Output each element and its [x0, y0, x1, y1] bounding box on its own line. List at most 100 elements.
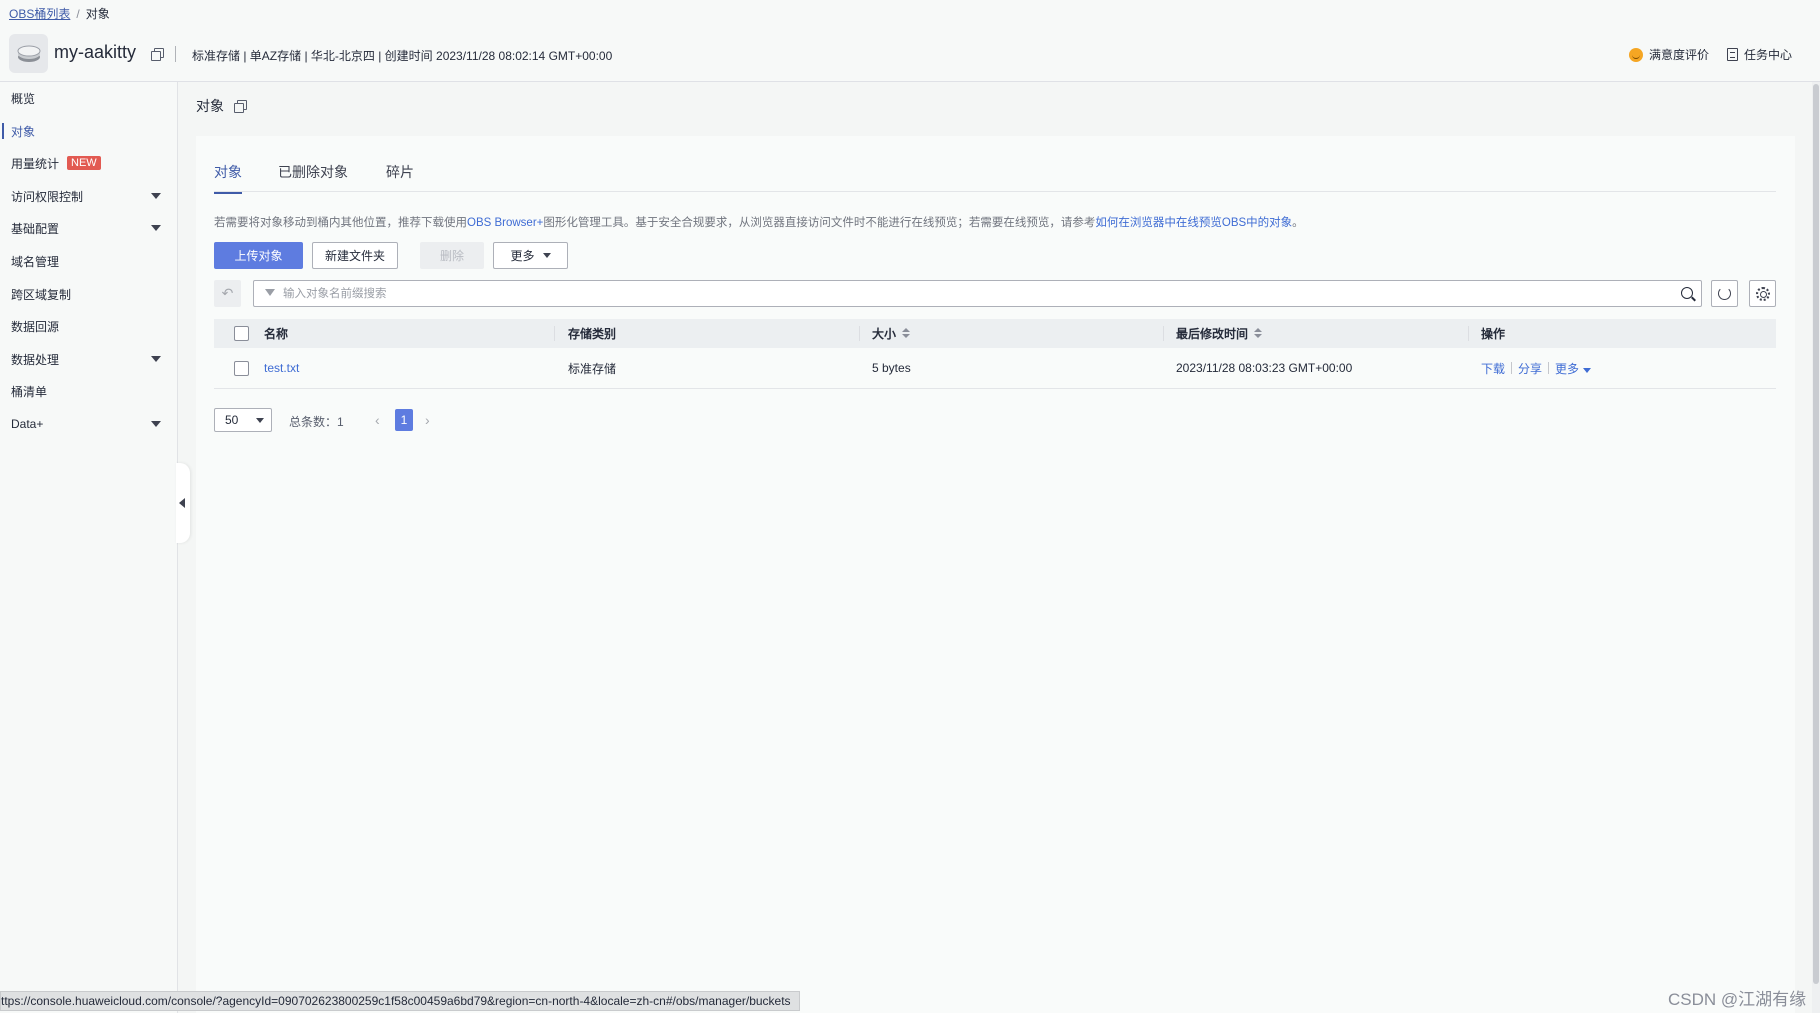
next-page-icon[interactable]: ›	[425, 412, 430, 428]
filter-icon	[265, 289, 275, 296]
page-number-current[interactable]: 1	[395, 409, 413, 431]
row-actions: 下载 分享 更多	[1481, 348, 1592, 388]
notice-part: 。	[1292, 217, 1304, 229]
breadcrumb-current: 对象	[85, 7, 110, 21]
column-header-storage-class: 存储类别	[568, 327, 617, 341]
watermark: CSDN @江湖有缘	[1668, 990, 1807, 1009]
chevron-down-icon	[151, 225, 161, 231]
row-select-cell	[234, 348, 249, 388]
sidebar-item-data-processing[interactable]: 数据处理	[0, 343, 178, 375]
smile-icon	[1629, 47, 1643, 62]
header-divider	[175, 46, 176, 62]
sidebar-item-overview[interactable]: 概览	[0, 82, 178, 114]
notice-text: 若需要将对象移动到桶内其他位置，推荐下载使用OBS Browser+图形化管理工…	[214, 214, 1304, 230]
tab-fragments[interactable]: 碎片	[386, 162, 414, 192]
sidebar-item-label: 基础配置	[11, 221, 60, 236]
delete-button[interactable]: 删除	[420, 242, 484, 269]
satisfaction-button[interactable]: 满意度评价	[1629, 46, 1709, 63]
chevron-down-icon	[1583, 367, 1592, 373]
scrollbar-thumb[interactable]	[1813, 84, 1819, 984]
search-input[interactable]	[283, 285, 1663, 303]
sidebar-item-inventory[interactable]: 桶清单	[0, 375, 178, 407]
sidebar-item-domain-management[interactable]: 域名管理	[0, 245, 178, 277]
refresh-button[interactable]	[1711, 280, 1738, 307]
sidebar: 概览 对象 用量统计 NEW 访问权限控制 基础配置 域名管理 跨区域复制 数据回…	[0, 82, 178, 1013]
copy-icon[interactable]	[234, 100, 247, 113]
row-checkbox[interactable]	[234, 360, 249, 376]
chevron-down-icon	[542, 253, 551, 258]
chevron-down-icon	[151, 356, 161, 362]
download-link[interactable]: 下载	[1481, 360, 1505, 377]
object-modified-time: 2023/11/28 08:03:23 GMT+00:00	[1176, 361, 1353, 375]
share-link[interactable]: 分享	[1518, 360, 1542, 377]
new-badge: NEW	[67, 156, 101, 170]
sidebar-item-label: 桶清单	[11, 384, 48, 399]
obs-browser-link[interactable]: OBS Browser+	[467, 217, 543, 229]
tab-bar: 对象 已删除对象 碎片	[214, 136, 1776, 194]
sidebar-item-back-to-source[interactable]: 数据回源	[0, 310, 178, 342]
sidebar-item-label: 数据回源	[11, 319, 60, 334]
column-header-name: 名称	[264, 327, 289, 341]
row-more-dropdown[interactable]: 更多	[1555, 360, 1592, 377]
object-storage-class: 标准存储	[568, 361, 617, 376]
bucket-meta-info: 标准存储 | 单AZ存储 | 华北-北京四 | 创建时间 2023/11/28 …	[192, 49, 613, 63]
browser-status-url: ttps://console.huaweicloud.com/console/?…	[0, 991, 800, 1011]
clipboard-icon	[1727, 48, 1738, 61]
select-all-checkbox[interactable]	[234, 326, 249, 341]
select-all-cell	[234, 319, 249, 348]
top-header: OBS桶列表 / 对象 my-aakitty 标准存储 | 单AZ存储 | 华北-北…	[0, 0, 1820, 82]
search-icon[interactable]	[1681, 287, 1693, 299]
sidebar-item-data-plus[interactable]: Data+	[0, 408, 178, 440]
object-name-link[interactable]: test.txt	[264, 348, 299, 388]
sidebar-item-basic-config[interactable]: 基础配置	[0, 212, 178, 244]
back-button[interactable]: ↶	[214, 280, 241, 307]
tab-objects[interactable]: 对象	[214, 162, 242, 194]
chevron-down-icon	[256, 418, 264, 423]
page-title: 对象	[196, 98, 224, 114]
column-header-modified-label: 最后修改时间	[1176, 327, 1249, 341]
column-divider	[554, 326, 555, 341]
back-arrow-icon: ↶	[221, 285, 234, 301]
column-divider	[1163, 326, 1164, 341]
sort-icon[interactable]	[902, 327, 911, 340]
column-header-modified[interactable]: 最后修改时间	[1176, 319, 1263, 348]
settings-button[interactable]	[1749, 280, 1776, 307]
column-header-size[interactable]: 大小	[872, 319, 911, 348]
satisfaction-label: 满意度评价	[1649, 48, 1710, 62]
search-box	[253, 280, 1702, 307]
notice-part: 图形化管理工具。基于安全合规要求，从浏览器直接访问文件时不能进行在线预览；若需要…	[543, 217, 1096, 229]
objects-card: 对象 已删除对象 碎片 若需要将对象移动到桶内其他位置，推荐下载使用OBS Br…	[196, 136, 1795, 1013]
sidebar-item-label: Data+	[11, 417, 44, 431]
tab-deleted-objects[interactable]: 已删除对象	[278, 162, 348, 192]
new-folder-button[interactable]: 新建文件夹	[312, 242, 398, 269]
breadcrumb-bucket-list-link[interactable]: OBS桶列表	[9, 7, 70, 21]
table-header: 名称 存储类别 大小 最后修改时间 操作	[214, 319, 1776, 348]
breadcrumb-separator: /	[76, 7, 80, 21]
page-size-select[interactable]: 50	[214, 408, 272, 432]
refresh-icon	[1718, 287, 1731, 300]
sidebar-item-label: 域名管理	[11, 254, 60, 269]
copy-bucket-name-icon[interactable]	[151, 48, 164, 61]
upload-object-button[interactable]: 上传对象	[214, 242, 303, 269]
online-preview-help-link[interactable]: 如何在浏览器中在线预览OBS中的对象	[1095, 217, 1292, 229]
bucket-name: my-aakitty	[54, 42, 137, 62]
action-divider	[1548, 362, 1550, 374]
task-center-button[interactable]: 任务中心	[1727, 46, 1792, 63]
page-size-value: 50	[225, 413, 239, 427]
more-dropdown-button[interactable]: 更多	[493, 242, 568, 269]
sidebar-item-label: 对象	[11, 124, 36, 139]
total-count: 总条数：1	[289, 415, 344, 429]
prev-page-icon[interactable]: ‹	[375, 412, 380, 428]
sidebar-item-access-control[interactable]: 访问权限控制	[0, 180, 178, 212]
page-title-row: 对象	[196, 96, 247, 116]
sidebar-item-objects[interactable]: 对象	[0, 115, 178, 147]
bucket-icon	[9, 34, 48, 73]
sidebar-item-cross-region-replication[interactable]: 跨区域复制	[0, 278, 178, 310]
object-size: 5 bytes	[872, 361, 911, 375]
sidebar-item-usage-stats[interactable]: 用量统计 NEW	[0, 147, 178, 179]
table-row: test.txt 标准存储 5 bytes 2023/11/28 08:03:2…	[214, 348, 1776, 389]
gear-icon	[1755, 286, 1770, 301]
sidebar-collapse-handle[interactable]	[176, 463, 190, 543]
sort-icon[interactable]	[1254, 327, 1263, 340]
task-center-label: 任务中心	[1744, 48, 1793, 62]
